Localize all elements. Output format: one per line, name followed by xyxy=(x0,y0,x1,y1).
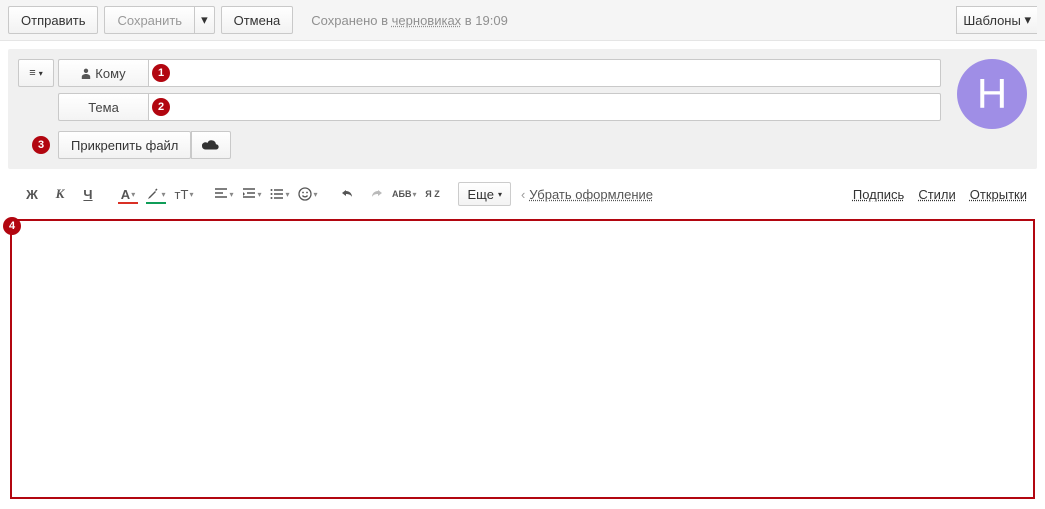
signature-link[interactable]: Подпись xyxy=(853,187,904,202)
caret-down-icon: ▾ xyxy=(285,190,289,199)
caret-down-icon: ▾ xyxy=(189,190,193,199)
save-button[interactable]: Сохранить xyxy=(104,6,194,34)
annotation-badge: 4 xyxy=(3,217,21,235)
to-input[interactable] xyxy=(148,59,941,87)
annotation-badge: 3 xyxy=(32,136,50,154)
cloud-icon xyxy=(202,139,220,151)
align-button[interactable]: ▾ xyxy=(210,181,238,207)
bg-color-swatch xyxy=(146,202,166,204)
more-button[interactable]: Еще▾ xyxy=(458,182,510,206)
undo-icon xyxy=(341,188,355,200)
list-button[interactable]: ▾ xyxy=(266,181,294,207)
clear-format-link[interactable]: Убрать оформление xyxy=(529,187,653,202)
italic-button[interactable]: К xyxy=(46,181,74,207)
caret-down-icon: ▾ xyxy=(229,190,233,199)
bg-color-button[interactable]: ▾ xyxy=(142,181,170,207)
styles-link[interactable]: Стили xyxy=(918,187,955,202)
fields-menu-button[interactable]: ≡ ▾ xyxy=(18,59,54,87)
highlighter-icon xyxy=(146,187,160,201)
caret-down-icon: ▾ xyxy=(39,69,43,78)
attach-file-button[interactable]: Прикрепить файл xyxy=(58,131,191,159)
spellcheck-button[interactable]: АБВ▾ xyxy=(390,181,418,207)
caret-down-icon: ▾ xyxy=(257,190,261,199)
list-icon xyxy=(270,188,284,200)
left-caret-icon: ‹ xyxy=(521,187,525,202)
message-body-editor[interactable] xyxy=(10,219,1035,499)
redo-button[interactable] xyxy=(362,181,390,207)
save-dropdown-button[interactable]: ▾ xyxy=(194,6,215,34)
caret-down-icon: ▾ xyxy=(201,12,208,28)
subject-input[interactable] xyxy=(148,93,941,121)
font-size-button[interactable]: тТ▾ xyxy=(170,181,198,207)
save-status: Сохранено в черновиках в 19:09 xyxy=(311,13,508,28)
undo-button[interactable] xyxy=(334,181,362,207)
templates-button[interactable]: Шаблоны ▾ xyxy=(956,6,1037,34)
send-button[interactable]: Отправить xyxy=(8,6,98,34)
caret-down-icon: ▾ xyxy=(313,190,317,199)
caret-down-icon: ▾ xyxy=(1024,12,1031,28)
translit-button[interactable]: Я Z xyxy=(418,181,446,207)
compose-header: ≡ ▾ Кому 1 Тема xyxy=(8,49,1037,169)
subject-field-label[interactable]: Тема xyxy=(58,93,148,121)
person-icon xyxy=(81,68,91,79)
hamburger-icon: ≡ xyxy=(29,67,35,79)
to-field-label[interactable]: Кому xyxy=(58,59,148,87)
redo-icon xyxy=(369,188,383,200)
annotation-badge: 1 xyxy=(152,64,170,82)
drafts-link[interactable]: черновиках xyxy=(392,13,462,28)
indent-button[interactable]: ▾ xyxy=(238,181,266,207)
caret-down-icon: ▾ xyxy=(131,190,135,199)
indent-icon xyxy=(242,188,256,200)
bold-button[interactable]: Ж xyxy=(18,181,46,207)
caret-down-icon: ▾ xyxy=(161,190,165,199)
font-color-button[interactable]: А ▾ xyxy=(114,181,142,207)
annotation-badge: 2 xyxy=(152,98,170,116)
caret-down-icon: ▾ xyxy=(498,190,502,199)
smile-icon xyxy=(298,187,312,201)
attach-cloud-button[interactable] xyxy=(191,131,231,159)
emoji-button[interactable]: ▾ xyxy=(294,181,322,207)
cards-link[interactable]: Открытки xyxy=(970,187,1027,202)
format-toolbar: Ж К Ч А ▾ ▾ тТ▾ ▾ ▾ ▾ ▾ xyxy=(8,177,1037,213)
font-color-swatch xyxy=(118,202,138,204)
avatar: Н xyxy=(957,59,1027,129)
align-icon xyxy=(214,188,228,200)
caret-down-icon: ▾ xyxy=(412,190,416,199)
cancel-button[interactable]: Отмена xyxy=(221,6,294,34)
underline-button[interactable]: Ч xyxy=(74,181,102,207)
